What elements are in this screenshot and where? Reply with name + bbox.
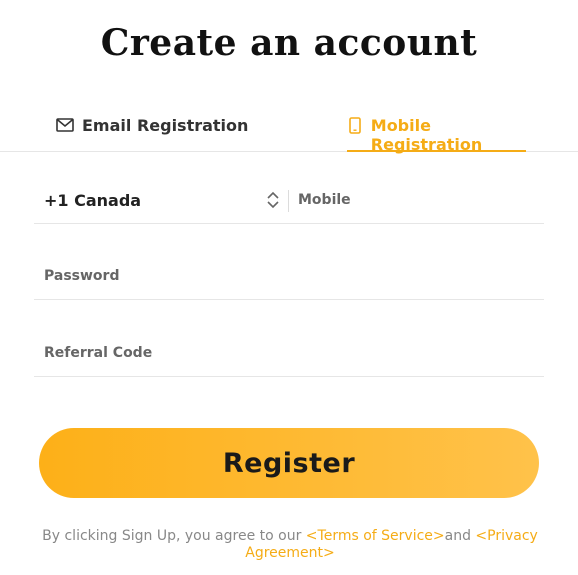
password-input[interactable] xyxy=(44,252,538,300)
mail-icon xyxy=(56,116,74,134)
tab-email-registration[interactable]: Email Registration xyxy=(56,112,248,152)
updown-chevron-icon[interactable] xyxy=(266,190,280,210)
country-code-value: +1 Canada xyxy=(44,190,142,210)
referral-field-row xyxy=(34,329,544,377)
terms-middle: and xyxy=(444,528,476,544)
phone-icon xyxy=(347,116,363,134)
referral-code-input[interactable] xyxy=(44,329,538,377)
tab-email-label: Email Registration xyxy=(82,116,249,135)
tab-mobile-registration[interactable]: Mobile Registration xyxy=(347,112,526,154)
terms-prefix: By clicking Sign Up, you agree to our xyxy=(42,528,306,544)
mobile-input[interactable] xyxy=(298,176,538,224)
password-field-row xyxy=(34,252,544,300)
mobile-field-row: +1 Canada xyxy=(34,176,544,224)
terms-notice: By clicking Sign Up, you agree to our <T… xyxy=(40,528,540,562)
terms-of-service-link[interactable]: <Terms of Service> xyxy=(306,528,445,544)
register-button[interactable]: Register xyxy=(39,428,539,498)
page-title: Create an account xyxy=(100,22,478,64)
field-divider xyxy=(288,190,289,212)
country-code-select[interactable]: +1 Canada xyxy=(44,176,288,224)
registration-tabs: Email Registration Mobile Registration xyxy=(0,112,578,154)
tab-mobile-label: Mobile Registration xyxy=(370,116,483,154)
